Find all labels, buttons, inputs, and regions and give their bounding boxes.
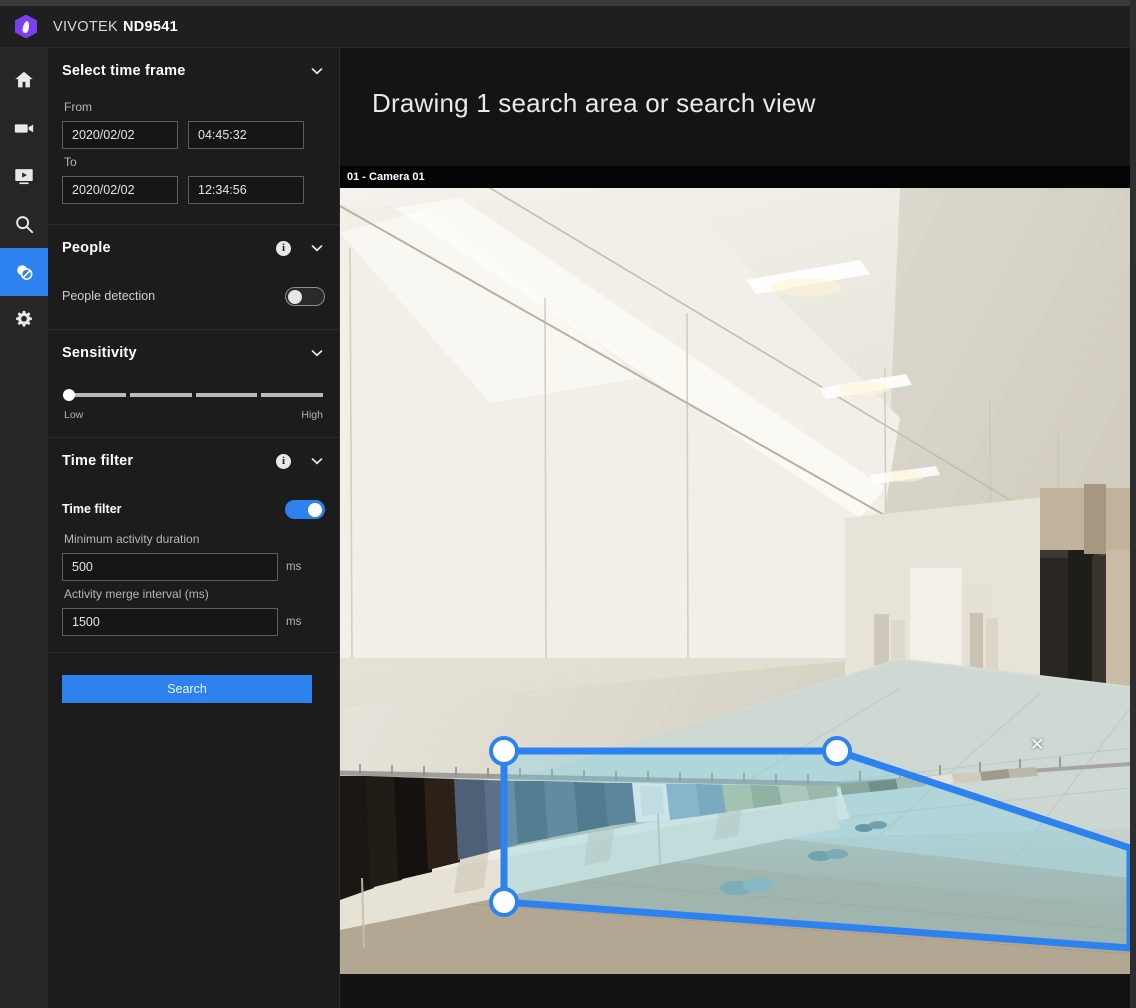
vivotek-hexagon-logo-icon [15, 15, 37, 39]
time-filter-toggle-label: Time filter [62, 502, 285, 516]
sensitivity-low-label: Low [64, 409, 83, 421]
sensitivity-legend: Low High [64, 409, 323, 421]
min-duration-label: Minimum activity duration [64, 532, 325, 546]
section-title: People [62, 240, 276, 256]
chevron-down-icon[interactable] [309, 240, 325, 256]
sensitivity-slider[interactable] [64, 388, 323, 402]
sensitivity-slider-wrap: Low High [62, 388, 325, 421]
chevron-down-icon[interactable] [309, 345, 325, 361]
to-time-input[interactable] [188, 176, 304, 204]
time-filter-toggle-row: Time filter [62, 492, 325, 526]
search-icon [13, 213, 35, 235]
from-row [62, 121, 325, 149]
from-date-input[interactable] [62, 121, 178, 149]
sidebar-rail [0, 48, 48, 1008]
polygon-shape[interactable] [504, 751, 1130, 948]
titlebar: VIVOTEK ND9541 [0, 6, 1130, 48]
sidebar-item-forensic-search[interactable] [0, 248, 48, 296]
from-time-input[interactable] [188, 121, 304, 149]
home-icon [13, 69, 35, 91]
from-label: From [64, 100, 325, 114]
search-settings-panel: Select time frame From To [48, 48, 340, 1008]
section-time-frame: Select time frame From To [48, 48, 339, 225]
section-people: People i People detection [48, 225, 339, 330]
brand-model: ND9541 [123, 19, 178, 35]
merge-interval-input[interactable] [62, 608, 278, 636]
search-button-wrap: Search [48, 653, 339, 703]
section-time-frame-body: From To [62, 100, 325, 224]
brand-name: VIVOTEK [53, 19, 118, 35]
info-icon[interactable]: i [276, 454, 291, 469]
camera-label: 01 - Camera 01 [347, 171, 425, 183]
sidebar-item-settings[interactable] [0, 296, 48, 344]
section-title: Time filter [62, 453, 276, 469]
to-date-input[interactable] [62, 176, 178, 204]
video-preview[interactable]: ✕ [340, 188, 1130, 974]
section-time-frame-header[interactable]: Select time frame [62, 48, 325, 94]
polygon-handle[interactable] [491, 738, 517, 764]
info-icon[interactable]: i [276, 241, 291, 256]
main-content: Drawing 1 search area or search view 01 … [340, 48, 1130, 1008]
section-sensitivity-body: Low High [62, 388, 325, 437]
forensic-search-icon [13, 261, 36, 284]
min-duration-row: ms [62, 553, 325, 581]
gear-icon [13, 309, 35, 331]
camera-title-bar: 01 - Camera 01 [340, 166, 1130, 188]
timeline-strip [340, 974, 1130, 1008]
close-x-icon[interactable]: ✕ [1030, 736, 1044, 753]
chevron-down-icon[interactable] [309, 63, 325, 79]
sidebar-item-search[interactable] [0, 200, 48, 248]
search-area-polygon[interactable] [340, 188, 1130, 974]
sidebar-item-live-view[interactable] [0, 104, 48, 152]
min-duration-unit: ms [286, 561, 301, 573]
search-button[interactable]: Search [62, 675, 312, 703]
min-duration-input[interactable] [62, 553, 278, 581]
section-time-filter: Time filter i Time filter Minimum activi… [48, 438, 339, 653]
merge-interval-label: Activity merge interval (ms) [64, 587, 325, 601]
app-window: VIVOTEK ND9541 [0, 0, 1136, 1008]
people-detection-row: People detection [62, 279, 325, 313]
section-time-filter-body: Time filter Minimum activity duration ms… [62, 492, 325, 652]
to-row [62, 176, 325, 204]
section-people-body: People detection [62, 279, 325, 329]
merge-interval-row: ms [62, 608, 325, 636]
section-title: Select time frame [62, 63, 309, 79]
chevron-down-icon[interactable] [309, 453, 325, 469]
time-filter-toggle[interactable] [285, 500, 325, 519]
to-label: To [64, 155, 325, 169]
section-time-filter-header[interactable]: Time filter i [62, 438, 325, 484]
section-people-header[interactable]: People i [62, 225, 325, 271]
people-detection-toggle[interactable] [285, 287, 325, 306]
sidebar-item-home[interactable] [0, 56, 48, 104]
sensitivity-high-label: High [301, 409, 323, 421]
merge-interval-unit: ms [286, 616, 301, 628]
section-title: Sensitivity [62, 345, 309, 361]
brand-text: VIVOTEK ND9541 [53, 19, 178, 35]
window-right-edge [1130, 0, 1136, 1008]
sensitivity-slider-thumb[interactable] [63, 389, 75, 401]
camera-icon [13, 117, 35, 139]
page-title: Drawing 1 search area or search view [372, 88, 816, 119]
section-sensitivity: Sensitivity Low High [48, 330, 339, 438]
playback-icon [13, 165, 35, 187]
polygon-handle[interactable] [824, 738, 850, 764]
people-detection-label: People detection [62, 289, 285, 303]
sidebar-item-playback[interactable] [0, 152, 48, 200]
section-sensitivity-header[interactable]: Sensitivity [62, 330, 325, 376]
polygon-handle[interactable] [491, 889, 517, 915]
